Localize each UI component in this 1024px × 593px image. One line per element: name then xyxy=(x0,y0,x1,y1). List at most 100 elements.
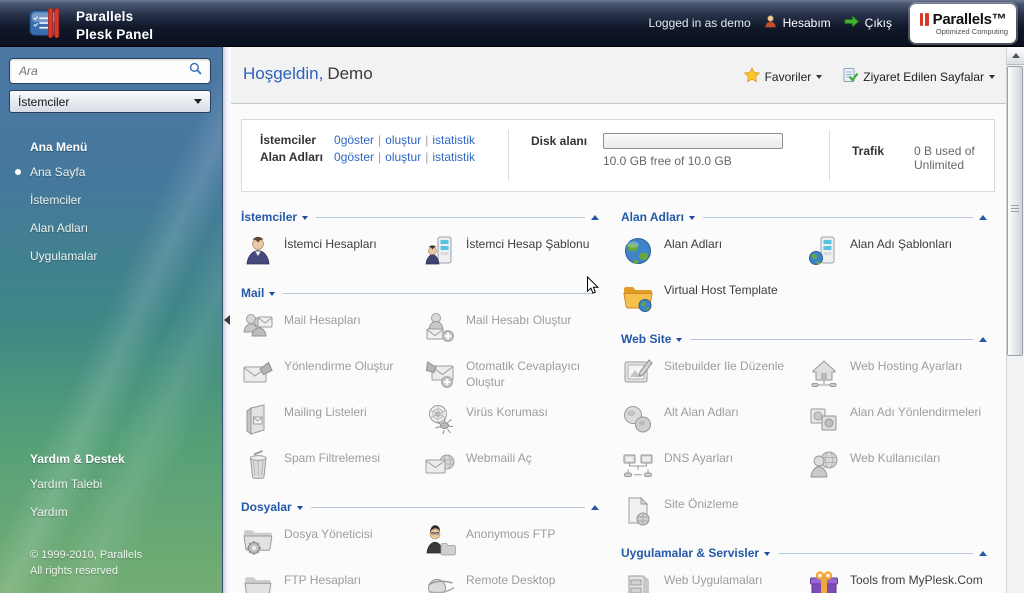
context-selector[interactable]: İstemciler xyxy=(9,90,211,113)
copyright-line1: © 1999-2010, Parallels xyxy=(30,549,143,561)
item-client-accounts[interactable]: İstemci Hesapları xyxy=(241,234,417,272)
parallels-bars-icon xyxy=(919,12,929,26)
item-mail-create: Mail Hesabı Oluştur xyxy=(423,310,599,348)
section-website-header[interactable]: Web Site xyxy=(621,332,987,346)
section-apps-services-header[interactable]: Uygulamalar & Servisler xyxy=(621,546,987,560)
sidebar-item-applications[interactable]: Uygulamalar xyxy=(0,242,222,270)
chevron-down-icon xyxy=(676,338,683,342)
sidebar-item-label: Uygulamalar xyxy=(30,249,98,263)
favorites-button[interactable]: Favoriler xyxy=(743,66,823,86)
page-title: Hoşgeldin, Demo xyxy=(243,64,373,84)
logout-button[interactable]: Çıkış xyxy=(843,15,892,31)
collapse-caret-icon[interactable] xyxy=(979,336,987,342)
sidebar-item-domains[interactable]: Alan Adları xyxy=(0,214,222,242)
scrollbar-up-button[interactable] xyxy=(1007,47,1024,65)
clients-stat-label: İstemciler xyxy=(260,133,317,147)
section-clients-header[interactable]: İstemciler xyxy=(241,210,599,224)
domains-statistics-link[interactable]: istatistik xyxy=(432,150,475,164)
header-controls: Favoriler Ziyaret Edilen Sayfalar xyxy=(743,66,995,86)
item-domains[interactable]: Alan Adları xyxy=(621,234,801,272)
item-ftp-accounts: FTP Hesapları xyxy=(241,570,417,593)
collapse-caret-icon[interactable] xyxy=(591,504,599,510)
item-domain-templates[interactable]: Alan Adı Şablonları xyxy=(807,234,987,272)
item-label: Tools from MyPlesk.Com xyxy=(850,573,983,587)
domain-templates-icon xyxy=(807,234,841,268)
sidebar-search xyxy=(9,58,211,84)
section-domains-header[interactable]: Alan Adları xyxy=(621,210,987,224)
client-template-icon xyxy=(423,234,457,268)
clients-show-link[interactable]: göster xyxy=(341,133,374,147)
section-mail-header[interactable]: Mail xyxy=(241,286,599,300)
web-applications-icon xyxy=(621,570,655,593)
item-label: Webmaili Aç xyxy=(466,451,532,465)
summary-stats-box: İstemciler 0göster | oluştur | istatistik Al… xyxy=(241,119,995,192)
item-label: Yönlendirme Oluştur xyxy=(284,359,394,373)
app-title-line2: Plesk Panel xyxy=(76,26,154,42)
section-files-header[interactable]: Dosyalar xyxy=(241,500,599,514)
scrollbar-thumb[interactable] xyxy=(1007,66,1023,356)
domains-show-link[interactable]: göster xyxy=(341,150,374,164)
collapse-caret-icon[interactable] xyxy=(979,550,987,556)
section-rule xyxy=(316,217,585,218)
domains-stat-links: 0göster | oluştur | istatistik xyxy=(334,150,475,164)
item-vhost-template[interactable]: Virtual Host Template xyxy=(621,280,801,318)
account-button[interactable]: Hesabım xyxy=(763,14,831,32)
item-label: Alan Adları xyxy=(664,237,723,251)
item-myplesk-tools[interactable]: Tools from MyPlesk.Com xyxy=(807,570,987,593)
section-title: Web Site xyxy=(621,332,672,346)
item-web-applications: Web Uygulamaları xyxy=(621,570,801,593)
domains-globe-icon xyxy=(621,234,655,268)
ftp-accounts-icon xyxy=(241,570,275,593)
item-label: Mail Hesapları xyxy=(284,313,361,327)
item-label: Mail Hesabı Oluştur xyxy=(466,313,572,327)
sidebar-item-home[interactable]: Ana Sayfa xyxy=(0,158,222,186)
sidebar-item-help-request[interactable]: Yardım Talebi xyxy=(0,470,222,498)
sidebar-item-label: İstemciler xyxy=(30,193,82,207)
item-label: Remote Desktop xyxy=(466,573,556,587)
section-clients: İstemciler İstemci Hesapları İstemci Hes… xyxy=(241,210,599,272)
clients-statistics-link[interactable]: istatistik xyxy=(432,133,475,147)
section-items: İstemci Hesapları İstemci Hesap Şablonu xyxy=(241,224,599,272)
link-separator: | xyxy=(425,150,429,165)
section-rule xyxy=(690,339,973,340)
disk-usage-text: 10.0 GB free of 10.0 GB xyxy=(603,154,732,168)
search-icon[interactable] xyxy=(188,61,203,81)
vertical-scrollbar[interactable] xyxy=(1006,47,1024,593)
section-title: Mail xyxy=(241,286,265,300)
item-subdomains: Alt Alan Adları xyxy=(621,402,801,440)
clients-create-link[interactable]: oluştur xyxy=(385,133,421,147)
visited-pages-label: Ziyaret Edilen Sayfalar xyxy=(863,69,984,84)
chevron-down-icon xyxy=(688,216,695,220)
account-person-icon xyxy=(763,14,778,32)
visited-pages-icon xyxy=(842,67,859,86)
item-client-template[interactable]: İstemci Hesap Şablonu xyxy=(423,234,599,272)
section-rule xyxy=(283,293,593,294)
item-virus-protection: Virüs Koruması xyxy=(423,402,599,440)
visited-pages-button[interactable]: Ziyaret Edilen Sayfalar xyxy=(842,67,995,86)
domain-forwarding-icon xyxy=(807,402,841,436)
right-column: Alan Adları Alan Adları Alan Adı Şablonl… xyxy=(621,210,987,593)
sidebar-item-clients[interactable]: İstemciler xyxy=(0,186,222,214)
domains-stat-row: Alan Adları 0göster | oluştur | istatistik xyxy=(260,150,508,164)
sidebar-item-help[interactable]: Yardım xyxy=(0,498,222,526)
collapse-caret-icon[interactable] xyxy=(591,214,599,220)
section-items: Web Uygulamaları Tools from MyPlesk.Com xyxy=(621,560,987,593)
sidebar-collapse-arrow[interactable] xyxy=(224,315,230,325)
main-body: İstemciler 0göster | oluştur | istatistik Al… xyxy=(231,104,1007,593)
item-label: Alan Adı Yönlendirmeleri xyxy=(850,405,982,419)
item-web-users: Web Kullanıcıları xyxy=(807,448,987,486)
disk-space-column: Disk alanı 10.0 GB free of 10.0 GB xyxy=(509,120,829,191)
scrollbar-grip xyxy=(1008,205,1022,212)
item-label: Virüs Koruması xyxy=(466,405,548,419)
section-columns: İstemciler İstemci Hesapları İstemci Hes… xyxy=(241,210,997,593)
section-apps-services: Uygulamalar & Servisler Web Uygulamaları… xyxy=(621,546,987,593)
plesk-logo-icon xyxy=(28,6,66,45)
file-manager-icon xyxy=(241,524,275,558)
collapse-caret-icon[interactable] xyxy=(979,214,987,220)
domains-create-link[interactable]: oluştur xyxy=(385,150,421,164)
traffic-column: Trafik 0 B used of Unlimited xyxy=(830,120,994,191)
copyright-line2: All rights reserved xyxy=(30,564,119,577)
mail-accounts-icon xyxy=(241,310,275,344)
plesk-panel-window: Parallels Plesk Panel Logged in as demo … xyxy=(0,0,1024,593)
search-input[interactable] xyxy=(17,63,188,79)
